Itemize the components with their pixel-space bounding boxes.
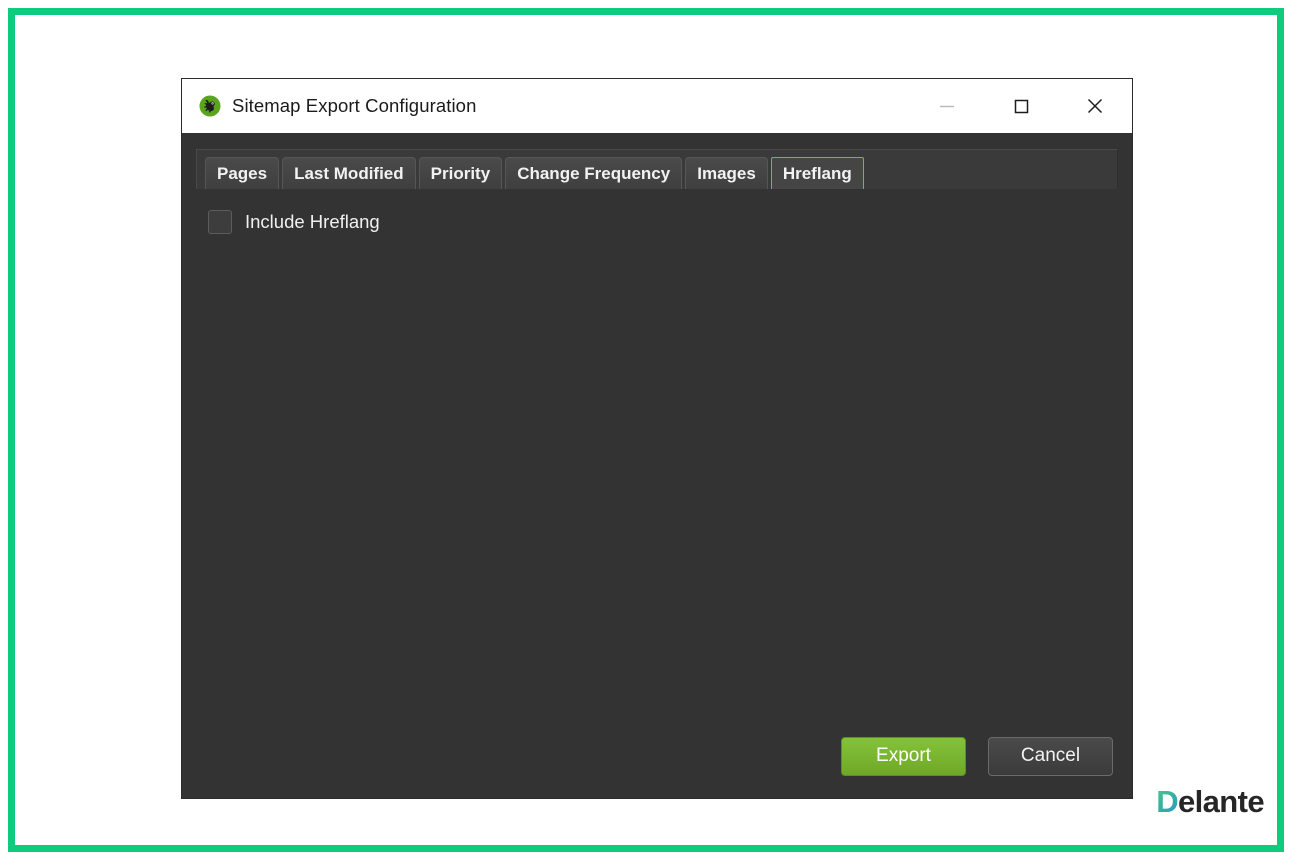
include-hreflang-row[interactable]: Include Hreflang <box>196 209 1118 235</box>
include-hreflang-checkbox[interactable] <box>208 210 232 234</box>
window-controls <box>910 79 1132 133</box>
tab-change-frequency[interactable]: Change Frequency <box>505 157 683 189</box>
tab-priority[interactable]: Priority <box>418 157 503 189</box>
tabstrip: Pages Last Modified Priority Change Freq… <box>196 149 1118 189</box>
dialog-footer: Export Cancel <box>182 714 1132 798</box>
close-button[interactable] <box>1058 79 1132 133</box>
tab-images[interactable]: Images <box>685 157 768 189</box>
screaming-frog-icon <box>199 95 221 117</box>
tab-panel-hreflang: Include Hreflang <box>182 189 1132 725</box>
delante-logo-text: elante <box>1178 784 1265 819</box>
minimize-button[interactable] <box>910 79 984 133</box>
window-title: Sitemap Export Configuration <box>232 95 477 116</box>
delante-logo: D elante <box>1156 784 1264 820</box>
green-border-frame: Sitemap Export Configuration Pages Last … <box>8 8 1284 852</box>
tab-hreflang[interactable]: Hreflang <box>770 157 864 189</box>
export-button[interactable]: Export <box>841 736 966 776</box>
tabstrip-container: Pages Last Modified Priority Change Freq… <box>182 133 1132 189</box>
sitemap-export-dialog: Sitemap Export Configuration Pages Last … <box>182 79 1132 798</box>
include-hreflang-label: Include Hreflang <box>245 211 380 232</box>
maximize-button[interactable] <box>984 79 1058 133</box>
tab-pages[interactable]: Pages <box>205 157 280 189</box>
window-titlebar: Sitemap Export Configuration <box>182 79 1132 133</box>
delante-logo-initial: D <box>1156 784 1178 819</box>
tab-last-modified[interactable]: Last Modified <box>282 157 416 189</box>
cancel-button[interactable]: Cancel <box>988 736 1113 776</box>
